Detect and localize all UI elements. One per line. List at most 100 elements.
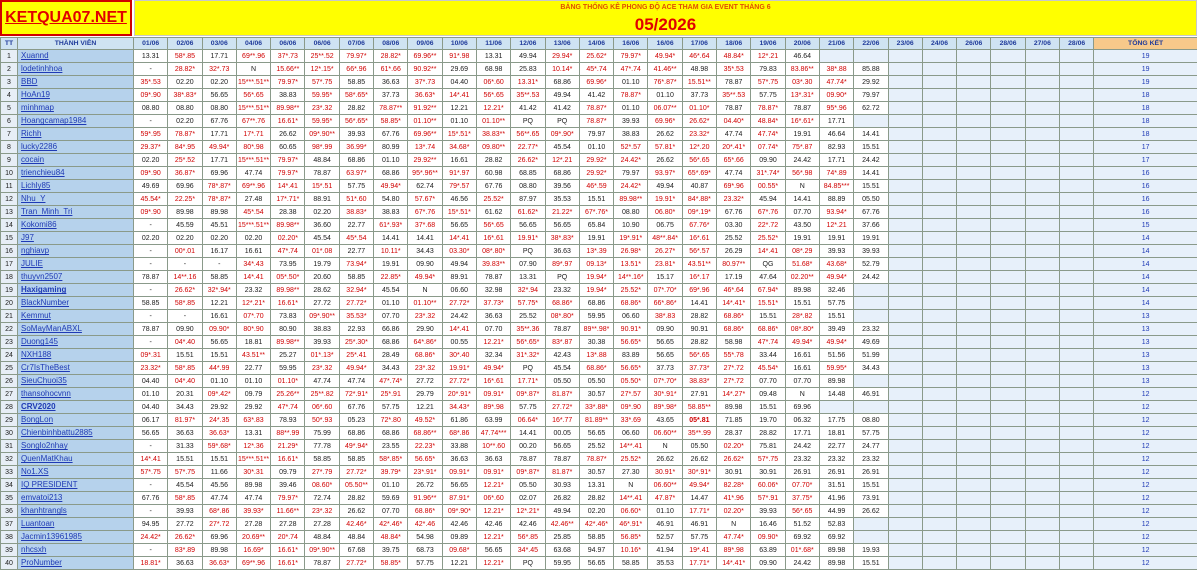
logo-text[interactable]: KETQUA07.NET [5, 9, 127, 27]
member-link[interactable]: thansohocvnn [21, 389, 71, 398]
member-link[interactable]: lodetinhhoa [21, 64, 62, 73]
score-cell [887, 517, 923, 532]
score-cell [956, 283, 992, 298]
score-cell: 68*.86 [201, 504, 237, 519]
score-cell [956, 504, 992, 519]
member-link[interactable]: SieuChuoi35 [21, 376, 67, 385]
score-cell: 01.10 [578, 140, 615, 155]
member-link[interactable]: emvatoi213 [21, 493, 62, 502]
member-link[interactable]: khanhtrangls [21, 506, 67, 515]
member-link[interactable]: Songlo2nhay [21, 441, 68, 450]
score-cell: 73.91 [853, 491, 889, 506]
header-date: 22/06 [853, 36, 889, 51]
table-row: 25 Cr7IsTheBest 23.32* 58*.85 44*.99 22.77 59.… [0, 361, 1197, 376]
member-link[interactable]: thuyvn2507 [21, 272, 62, 281]
score-cell: 91*.97 [441, 166, 477, 181]
total-cell: 18 [1093, 127, 1197, 142]
score-cell: 67.76 [853, 205, 889, 220]
score-cell: 01.10** [407, 114, 443, 129]
member-link[interactable]: Duong145 [21, 337, 58, 346]
member-link[interactable]: BBD [21, 77, 37, 86]
table-row: 23 Duong145-04*.40 56.65 18.81 89.98** 39.93 2… [0, 335, 1197, 350]
member-link[interactable]: nghiavp [21, 246, 49, 255]
member-link[interactable]: ProNumber [21, 558, 62, 567]
row-number: 9 [0, 153, 18, 168]
score-cell: 29.94* [544, 49, 580, 64]
member-link[interactable]: Kemmut [21, 311, 51, 320]
member-link[interactable]: Jacmin13961985 [21, 532, 82, 541]
member-link[interactable]: IQ PRESIDENT [21, 480, 77, 489]
score-cell [1024, 270, 1061, 285]
member-link[interactable]: NXH188 [21, 350, 51, 359]
member-link[interactable]: No1.XS [21, 467, 49, 476]
score-cell: 13.51* [613, 257, 649, 272]
header-date: 23/06 [887, 36, 923, 51]
member-link[interactable]: minhmap [21, 103, 54, 112]
member-link[interactable]: Lichly85 [21, 181, 50, 190]
score-cell: 05.50 [510, 478, 546, 493]
member-link[interactable]: cocain [21, 155, 44, 164]
score-cell: 58.85 [578, 530, 615, 545]
score-cell: 25.52 [716, 231, 752, 246]
score-cell: 31.33 [167, 439, 203, 454]
score-cell: 28.82 [681, 335, 718, 350]
score-cell: 75.99 [304, 426, 340, 441]
score-cell: 69.96* [578, 75, 615, 90]
member-link[interactable]: Tran_Minh_Tri [21, 207, 72, 216]
member-link[interactable]: SoMayManABXL [21, 324, 82, 333]
score-cell: 01*.13* [304, 348, 340, 363]
member-link[interactable]: Kokomi86 [21, 220, 57, 229]
score-cell: 25.27 [270, 348, 306, 363]
header-date: 16/06 [647, 36, 683, 51]
score-cell: 04*.40 [167, 335, 203, 350]
score-cell: 46.64 [784, 49, 820, 64]
score-cell: 26.98* [613, 244, 649, 259]
score-cell [921, 413, 958, 428]
member-link[interactable]: Chienbinhbattu2885 [21, 428, 93, 437]
member-link[interactable]: Luantoan [21, 519, 54, 528]
score-cell: 27.91 [681, 387, 718, 402]
member-link[interactable]: J97 [21, 233, 34, 242]
table-body: 1 Xuannd 13.31 58*.85 17.71 69**.96 37*.73 25**… [0, 49, 1197, 571]
member-link[interactable]: HoAn19 [21, 90, 50, 99]
score-cell: 14.41 [373, 231, 409, 246]
score-cell: 90.92** [407, 62, 443, 77]
site-logo[interactable]: KETQUA07.NET [0, 0, 132, 36]
score-cell: 69.96 [201, 166, 237, 181]
score-cell: 20*.74 [270, 530, 306, 545]
score-cell: 79.97 [613, 166, 649, 181]
table-row: 1 Xuannd 13.31 58*.85 17.71 69**.96 37*.73 25**… [0, 49, 1197, 64]
score-cell [921, 374, 958, 389]
member-link[interactable]: BongLon [21, 415, 53, 424]
member-link[interactable]: Haxigaming [21, 285, 66, 294]
score-cell: 01.10 [647, 504, 683, 519]
score-cell [1059, 231, 1095, 246]
member-cell: Tran_Minh_Tri [17, 205, 134, 220]
score-cell [956, 153, 992, 168]
member-cell: emvatoi213 [17, 491, 134, 506]
score-cell: 17.71 [784, 426, 820, 441]
member-link[interactable]: trienchieu84 [21, 168, 65, 177]
member-link[interactable]: Xuannd [21, 51, 49, 60]
total-cell: 13 [1093, 309, 1197, 324]
score-cell: 16.17 [201, 244, 237, 259]
score-cell: N [784, 387, 820, 402]
member-link[interactable]: Richh [21, 129, 41, 138]
member-link[interactable]: Nhu_Y [21, 194, 45, 203]
score-cell: 57*.75 [750, 452, 786, 467]
score-cell [921, 452, 958, 467]
score-cell: 07.70 [750, 374, 786, 389]
score-cell: 17*.71 [235, 127, 272, 142]
member-link[interactable]: BlackNumber [21, 298, 69, 307]
member-link[interactable]: Cr7IsTheBest [21, 363, 70, 372]
member-link[interactable]: QuenMatKhau [21, 454, 73, 463]
score-cell: 93.97* [647, 166, 683, 181]
score-cell [1059, 543, 1095, 558]
member-link[interactable]: nhcsxh [21, 545, 46, 554]
member-link[interactable]: lucky2286 [21, 142, 57, 151]
member-link[interactable]: JULIE [21, 259, 43, 268]
score-cell [1059, 491, 1095, 506]
score-cell: 51.56 [818, 348, 855, 363]
member-link[interactable]: CRV2020 [21, 402, 56, 411]
member-link[interactable]: Hoangcamap1984 [21, 116, 86, 125]
